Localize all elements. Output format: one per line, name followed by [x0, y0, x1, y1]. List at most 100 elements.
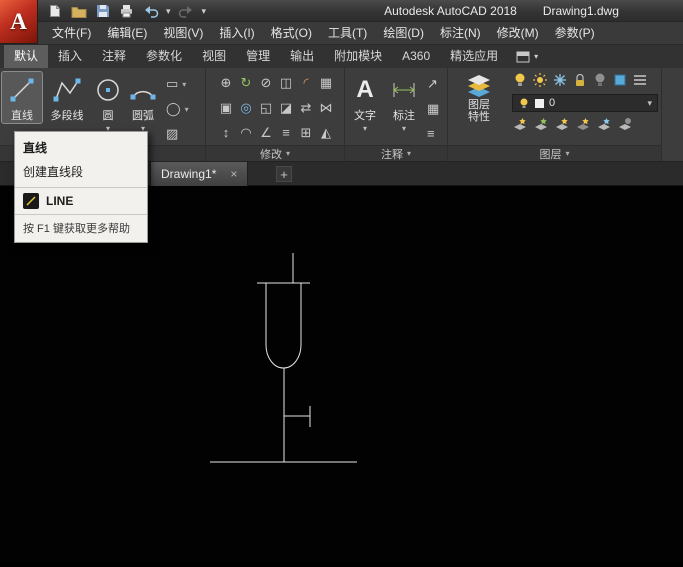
menu-item-dimension[interactable]: 标注(N)	[432, 22, 489, 44]
layer-match-icon[interactable]	[512, 117, 528, 133]
tab-output[interactable]: 输出	[280, 45, 324, 68]
join-tool-icon[interactable]: ⋈	[316, 95, 336, 120]
dimension-tool-button[interactable]: 标注 ▾	[385, 72, 423, 133]
rotate-tool-icon[interactable]: ↻	[236, 70, 256, 95]
undo-caret-icon[interactable]: ▾	[166, 6, 171, 17]
menu-item-format[interactable]: 格式(O)	[263, 22, 320, 44]
new-drawing-tab-button[interactable]: +	[276, 166, 292, 182]
tab-a360[interactable]: A360	[392, 45, 440, 68]
fillet-tool-icon[interactable]: ◜	[296, 70, 316, 95]
hatch-icon: ▨	[166, 126, 179, 141]
ribbon-display-options[interactable]: ▾	[508, 45, 546, 68]
tab-default[interactable]: 默认	[4, 45, 49, 68]
text-tool-button[interactable]: A 文字 ▾	[347, 72, 383, 133]
chamfer-tool-icon[interactable]: ∠	[256, 120, 276, 145]
layer-color-icon[interactable]	[612, 72, 628, 88]
close-icon[interactable]: ×	[230, 167, 237, 181]
polyline-tool-button[interactable]: 多段线	[44, 72, 90, 123]
align-tool-icon[interactable]: ⇄	[296, 95, 316, 120]
application-menu-button[interactable]: A	[0, 0, 38, 44]
table-tool-button[interactable]: ▦	[427, 101, 439, 117]
caret-down-icon: ▾	[184, 104, 189, 114]
caret-down-icon[interactable]: ▾	[402, 124, 406, 133]
layer-list-icon[interactable]	[632, 72, 648, 88]
menu-item-tools[interactable]: 工具(T)	[320, 22, 375, 44]
layer-on-bulb-icon[interactable]	[512, 72, 528, 88]
layer-prev-icon[interactable]	[533, 117, 549, 133]
arc-edit-tool-icon[interactable]: ◠	[236, 120, 256, 145]
menu-item-modify[interactable]: 修改(M)	[489, 22, 547, 44]
tooltip-body: 直线 创建直线段	[15, 132, 147, 187]
trim-tool-icon[interactable]: ⊘	[256, 70, 276, 95]
rectangle-tool-button[interactable]: ▭ ▾	[166, 76, 189, 92]
array-tool-icon[interactable]: ▦	[316, 70, 336, 95]
caret-down-icon[interactable]: ▾	[363, 124, 367, 133]
explode-tool-icon[interactable]: ≡	[276, 120, 296, 145]
table-icon: ▦	[427, 101, 440, 116]
caret-down-icon: ▾	[534, 52, 539, 61]
new-file-icon[interactable]	[46, 3, 63, 19]
layer-freeze-icon[interactable]	[552, 72, 568, 88]
layer-freeze-tool-icon[interactable]	[596, 117, 612, 133]
layer-state-tools	[512, 72, 648, 88]
layer-off-bulb-icon[interactable]	[592, 72, 608, 88]
layer-thaw-sun-icon[interactable]	[532, 72, 548, 88]
tab-annotate[interactable]: 注释	[92, 45, 136, 68]
break-tool-icon[interactable]: ⊞	[296, 120, 316, 145]
line-tool-button[interactable]: 直线	[1, 71, 43, 124]
layer-unisolate-icon[interactable]	[575, 117, 591, 133]
layer-select-dropdown[interactable]: 0 ▾	[512, 94, 658, 112]
caret-down-icon: ▾	[565, 149, 570, 158]
layer-lock-icon[interactable]	[572, 72, 588, 88]
undo-icon[interactable]	[142, 3, 159, 19]
save-icon[interactable]	[94, 3, 111, 19]
layer-isolate-icon[interactable]	[554, 117, 570, 133]
tooltip-command-row: LINE	[15, 188, 147, 214]
menu-item-edit[interactable]: 编辑(E)	[99, 22, 155, 44]
lengthen-tool-icon[interactable]: ◭	[316, 120, 336, 145]
layer-status-icon	[518, 97, 530, 109]
menu-item-parametric[interactable]: 参数(P)	[547, 22, 603, 44]
qat-menu-caret-icon[interactable]: ▾	[202, 6, 207, 17]
text-tool-label: 文字	[354, 110, 376, 122]
offset-tool-icon[interactable]: ◎	[236, 95, 256, 120]
layers-panel-strip[interactable]: 图层 ▾	[448, 145, 661, 161]
modify-panel-strip[interactable]: 修改 ▾	[206, 145, 344, 161]
circle-tool-button[interactable]: 圆 ▾	[92, 72, 124, 133]
tab-featured-apps[interactable]: 精选应用	[440, 45, 508, 68]
open-file-icon[interactable]	[70, 3, 87, 19]
text-style-tool-button[interactable]: ≡	[427, 126, 439, 141]
copy-tool-icon[interactable]: ▣	[216, 95, 236, 120]
menu-item-draw[interactable]: 绘图(D)	[375, 22, 432, 44]
hatch-tool-button[interactable]: ▨	[166, 126, 189, 142]
tab-addins[interactable]: 附加模块	[324, 45, 392, 68]
stretch-tool-icon[interactable]: ◱	[256, 95, 276, 120]
menu-item-file[interactable]: 文件(F)	[44, 22, 99, 44]
redo-icon[interactable]	[178, 3, 195, 19]
layers-panel-label: 图层	[539, 148, 562, 161]
annotation-panel-strip[interactable]: 注释 ▾	[345, 145, 447, 161]
leader-tool-button[interactable]: ↗	[427, 76, 439, 92]
scale-tool-icon[interactable]: ↕	[216, 120, 236, 145]
menu-item-view[interactable]: 视图(V)	[155, 22, 211, 44]
tab-parametric[interactable]: 参数化	[136, 45, 192, 68]
file-tab-drawing1[interactable]: Drawing1* ×	[150, 162, 249, 186]
tab-view[interactable]: 视图	[192, 45, 236, 68]
menu-item-insert[interactable]: 插入(I)	[211, 22, 262, 44]
tab-manage[interactable]: 管理	[236, 45, 280, 68]
ellipse-tool-button[interactable]: ◯ ▾	[166, 101, 189, 117]
move-tool-icon[interactable]: ⊕	[216, 70, 236, 95]
plot-icon[interactable]	[118, 3, 135, 19]
layer-properties-button[interactable]: 图层 特性	[450, 71, 508, 123]
mirror-tool-icon[interactable]: ◫	[276, 70, 296, 95]
window-title: Autodesk AutoCAD 2018 Drawing1.dwg	[320, 0, 683, 22]
erase-tool-icon[interactable]: ◪	[276, 95, 296, 120]
leader-icon: ↗	[427, 76, 438, 91]
arc-tool-button[interactable]: 圆弧 ▾	[124, 72, 162, 133]
caret-down-icon: ▾	[406, 149, 411, 158]
circle-icon	[93, 74, 123, 106]
layer-off-tool-icon[interactable]	[617, 117, 633, 133]
tooltip-title: 直线	[23, 141, 48, 155]
tab-insert[interactable]: 插入	[48, 45, 92, 68]
autocad-logo: A	[10, 8, 27, 34]
